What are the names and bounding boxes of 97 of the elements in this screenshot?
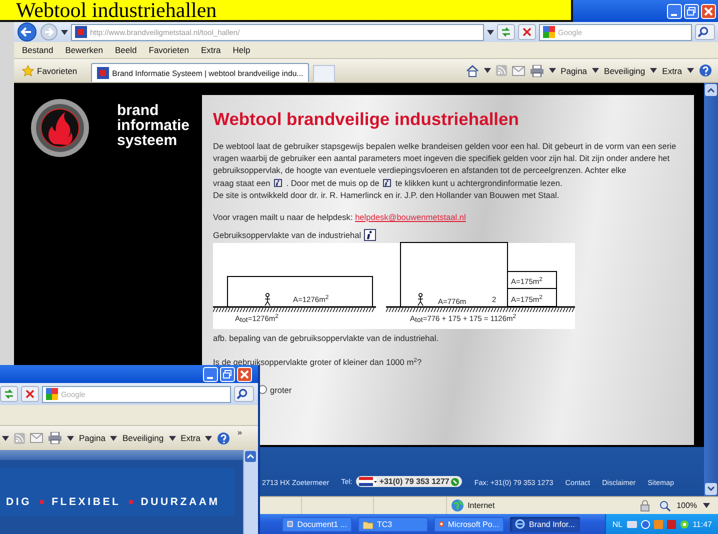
taskbar-button[interactable]: TC3 [358, 516, 428, 532]
page-icon [97, 67, 110, 79]
close-button[interactable] [237, 366, 252, 382]
stop-button[interactable] [21, 386, 39, 402]
person-icon [264, 293, 271, 306]
command-menu[interactable]: Beveiliging [122, 433, 164, 443]
option-label: groter [270, 384, 292, 396]
credit-text: De site is ontwikkeld door dr. ir. R. Hamerlinck en ir. J.P. den Hollander van Bouwen met Staal. [213, 188, 560, 202]
logo-text: informatie [117, 118, 190, 133]
dropdown-caret-icon[interactable] [168, 436, 176, 440]
close-button[interactable] [701, 4, 716, 18]
status-zone: Internet [468, 501, 495, 510]
slides-icon [439, 519, 444, 529]
info-icon[interactable] [383, 178, 392, 187]
mail-icon[interactable] [30, 433, 43, 443]
minimize-button[interactable] [667, 4, 682, 18]
dropdown-caret-icon[interactable] [110, 436, 118, 440]
scrollbar[interactable] [704, 83, 718, 496]
menu-item[interactable]: Beeld [115, 45, 137, 55]
slogan-word: DIG [6, 496, 32, 508]
search-button[interactable] [234, 386, 254, 402]
mail-icon[interactable] [512, 66, 525, 76]
info-icon[interactable] [364, 229, 376, 242]
command-menu[interactable]: Pagina [560, 66, 588, 76]
page-icon [75, 26, 87, 38]
google-logo-icon [46, 388, 58, 400]
phone-widget[interactable]: +31(0) 79 353 1277 [356, 476, 462, 487]
scroll-up-icon[interactable] [244, 450, 257, 463]
diagram-caption: afb. bepaling van de gebruiksoppervlakte van de industriehal. [213, 332, 440, 345]
more-commands-button[interactable]: » [237, 428, 242, 437]
command-menu[interactable]: Extra [662, 66, 682, 76]
flag-icon [359, 477, 378, 486]
dropdown-caret-icon[interactable] [205, 436, 212, 440]
zoom-level[interactable]: 100% [676, 501, 698, 510]
command-menu[interactable]: Beveiliging [604, 66, 646, 76]
address-dropdown-icon[interactable] [487, 30, 494, 34]
menu-item[interactable]: Favorieten [148, 45, 189, 55]
banner-title: Webtool industriehallen [15, 0, 217, 20]
dropdown-caret-icon[interactable] [592, 68, 600, 73]
menu-item[interactable]: Bestand [22, 45, 54, 55]
page-heading: Webtool brandveilige industriehallen [213, 108, 520, 130]
slogan-word: DUURZAAM [140, 496, 220, 508]
star-icon [22, 64, 34, 76]
globe-icon [450, 499, 464, 512]
annex-outline [507, 271, 557, 308]
field-label: Gebruiksoppervlakte van de industriehal [213, 229, 362, 242]
folder-icon [363, 520, 373, 528]
scrollbar[interactable] [243, 450, 258, 534]
phone-icon [451, 478, 460, 486]
home-icon[interactable] [466, 64, 479, 76]
document-icon [287, 519, 294, 529]
dropdown-caret-icon[interactable] [484, 68, 491, 73]
menu-item[interactable]: Bewerken [65, 45, 104, 55]
restore-button[interactable] [220, 366, 235, 382]
command-menu[interactable]: Extra [180, 433, 200, 443]
printer-icon[interactable] [530, 64, 544, 76]
menu-item[interactable]: Help [232, 45, 250, 55]
favorites-button[interactable]: Favorieten [18, 62, 82, 78]
logo-text: brand [117, 103, 160, 118]
helpdesk-email-link[interactable]: helpdesk@bouwenmetstaal.nl [355, 212, 466, 222]
person-icon [417, 293, 424, 306]
intro-text: . Door met de muis op de [286, 176, 380, 189]
search-button[interactable] [695, 24, 715, 40]
logo-text: systeem [117, 133, 178, 148]
flame-logo-icon [30, 98, 90, 158]
taskbar-button[interactable]: Microsoft Po... [434, 516, 504, 532]
dropdown-caret-icon[interactable] [650, 68, 658, 73]
restore-button[interactable] [684, 4, 699, 18]
question-text: Is de gebruiksoppervlakte groter of kleiner dan 1000 m$^{2}$? [213, 356, 423, 368]
google-logo-icon [543, 26, 555, 38]
help-button[interactable] [217, 432, 230, 444]
history-caret-icon[interactable] [61, 30, 68, 34]
zoom-caret-icon[interactable] [703, 503, 710, 508]
scroll-up-icon[interactable] [704, 83, 718, 97]
intro-text: te klikken kunt u achtergrondinformatie lezen. [395, 176, 562, 189]
clock: 11:47 [692, 520, 712, 528]
scroll-down-icon[interactable] [704, 482, 718, 496]
menu-item[interactable]: Extra [200, 45, 221, 55]
help-button[interactable] [699, 64, 712, 77]
dropdown-caret-icon[interactable] [67, 436, 74, 440]
dropdown-caret-icon[interactable] [2, 436, 9, 440]
stop-button[interactable] [518, 24, 536, 40]
slogan-word: FLEXIBEL [52, 496, 121, 508]
refresh-button[interactable] [0, 386, 18, 402]
back-button[interactable] [17, 22, 37, 42]
minimize-button[interactable] [203, 366, 218, 382]
dropdown-caret-icon[interactable] [548, 68, 556, 73]
printer-icon[interactable] [48, 432, 62, 444]
command-menu[interactable]: Pagina [79, 433, 106, 443]
taskbar-button[interactable]: Document1 ... [282, 516, 352, 532]
zoom-icon[interactable] [658, 500, 671, 512]
info-icon[interactable] [274, 178, 282, 187]
browser-e-icon [515, 519, 525, 529]
dropdown-caret-icon[interactable] [687, 68, 694, 73]
taskbar-button[interactable]: Brand Infor... [510, 516, 580, 532]
helpdesk-text: Voor vragen mailt u naar de helpdesk: [213, 212, 354, 222]
intro-text: vraag staat een [213, 176, 270, 189]
